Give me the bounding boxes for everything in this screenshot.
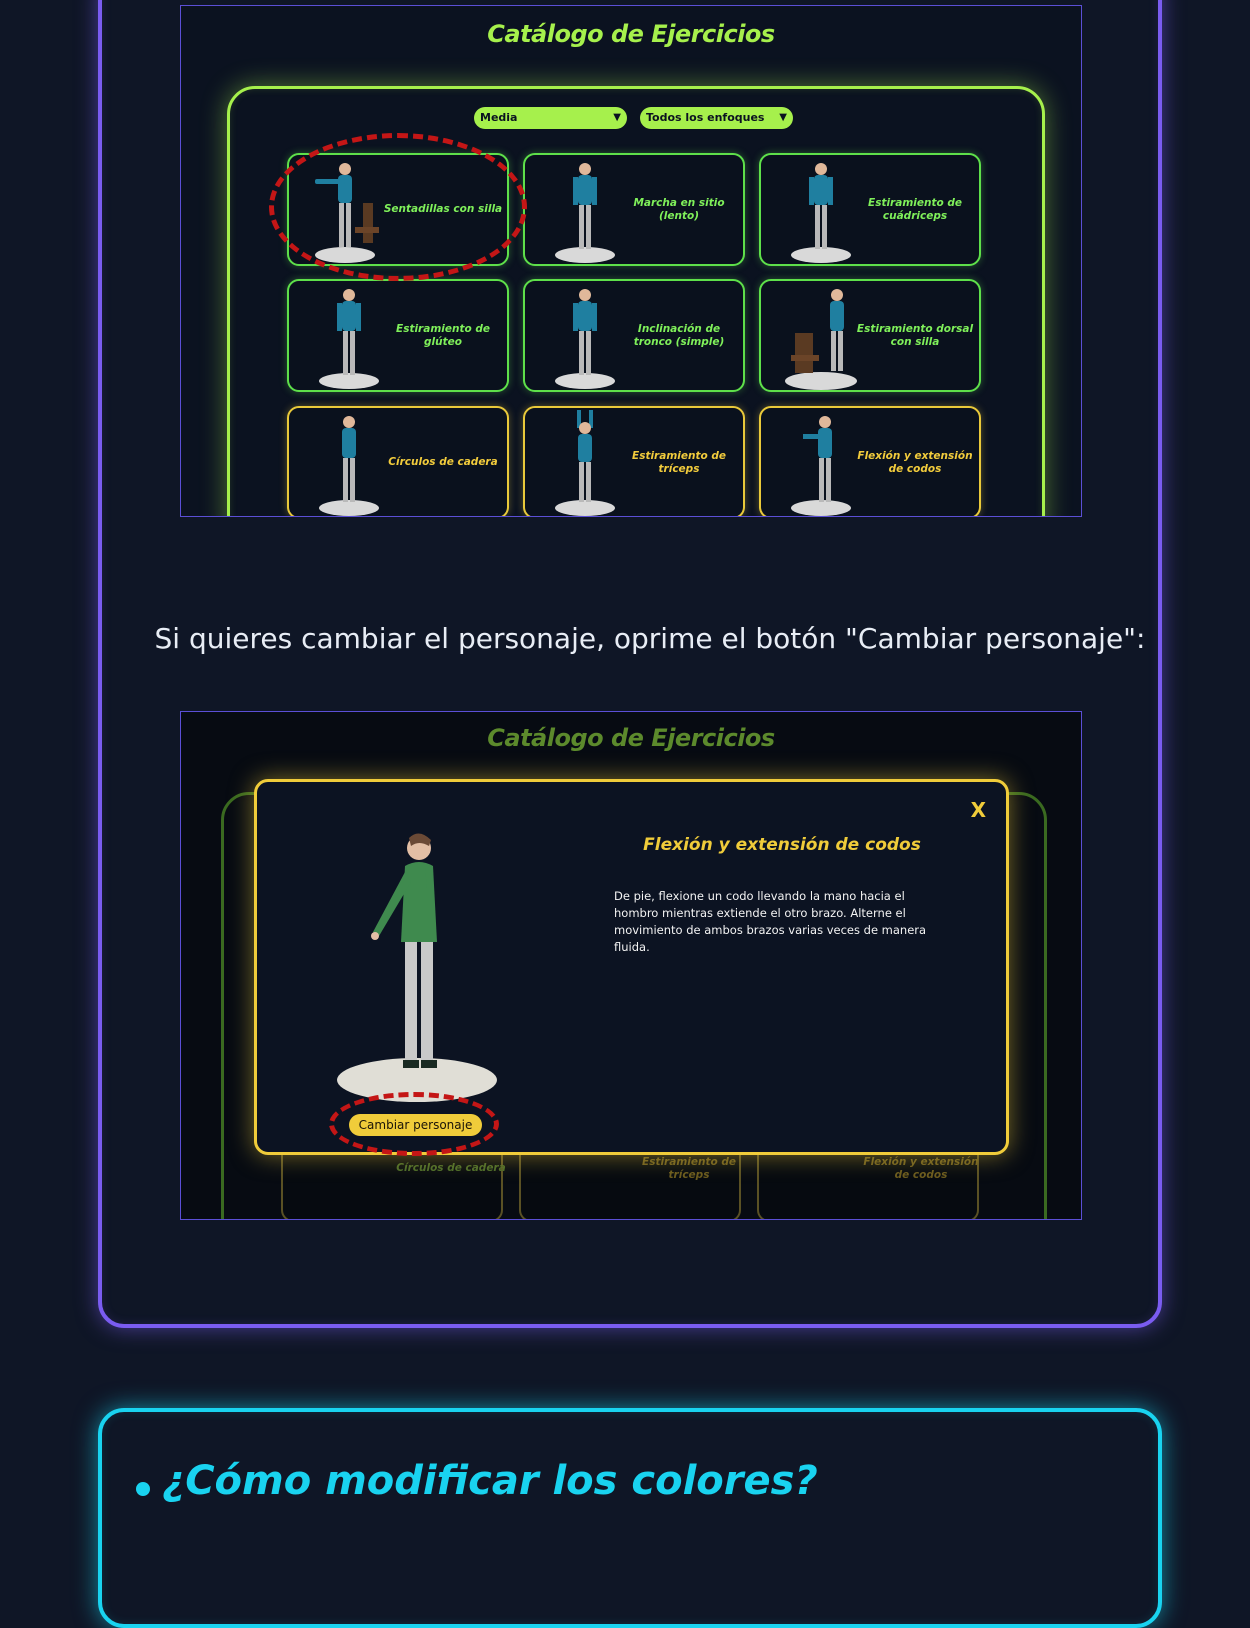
bullet-icon [136,1482,150,1496]
exercise-title: Flexión y extensión de codos [643,835,921,855]
focus-select[interactable]: Todos los enfoques ▼ [640,107,793,129]
exercise-card[interactable]: Círculos de cadera [287,406,509,516]
exercise-card[interactable]: Estiramiento de glúteo [287,279,509,392]
character-figure-icon [319,416,379,516]
exercise-label: Inclinación de tronco (simple) [633,322,725,348]
catalog-title: Catálogo de Ejercicios [487,20,775,48]
exercise-label-dimmed: Flexión y extensión de codos [863,1156,979,1181]
exercise-card[interactable]: Flexión y extensión de codos [759,406,981,516]
exercise-description: De pie, flexione un codo llevando la man… [614,889,927,954]
focus-select-value: Todos los enfoques [646,111,765,124]
section-title: ¿Cómo modificar los colores? [162,1458,818,1504]
exercise-label: Estiramiento dorsal con silla [856,322,974,348]
exercise-card[interactable]: Estiramiento de tríceps [523,406,745,516]
highlight-ring [329,1092,499,1156]
exercise-card[interactable]: Estiramiento de cuádriceps [759,153,981,266]
character-figure-icon [791,163,851,263]
chevron-down-icon: ▼ [779,112,787,123]
character-figure-icon [337,833,497,1102]
exercise-label: Marcha en sitio (lento) [633,196,725,222]
chevron-down-icon: ▼ [613,112,621,123]
exercise-label-dimmed: Estiramiento de tríceps [642,1156,736,1181]
instruction-text: Si quieres cambiar el personaje, oprime … [154,622,1146,655]
exercise-card[interactable]: Marcha en sitio (lento) [523,153,745,266]
catalog-screenshot: Catálogo de Ejercicios Media ▼ Todos los… [180,5,1082,517]
difficulty-select-value: Media [480,111,518,124]
exercise-label: Flexión y extensión de codos [857,449,973,475]
exercise-card[interactable]: Estiramiento dorsal con silla [759,279,981,392]
catalog-title: Catálogo de Ejercicios [487,724,775,752]
exercise-card[interactable]: Inclinación de tronco (simple) [523,279,745,392]
character-figure-icon [555,163,615,263]
character-figure-icon [785,289,857,390]
close-icon[interactable]: X [971,798,986,822]
character-modal-screenshot: Catálogo de Ejercicios Círculos de cader… [180,711,1082,1220]
colors-section-card [98,1408,1162,1628]
exercise-label: Estiramiento de glúteo [396,322,490,348]
highlight-ring [269,133,527,281]
character-figure-icon [555,410,615,516]
character-figure-icon [791,416,851,516]
character-figure-icon [555,289,615,389]
character-figure-icon [319,289,379,389]
difficulty-select[interactable]: Media ▼ [474,107,627,129]
exercise-label: Estiramiento de tríceps [632,449,726,475]
exercise-label: Círculos de cadera [388,456,498,469]
exercise-label-dimmed: Círculos de cadera [396,1162,506,1174]
exercise-label: Estiramiento de cuádriceps [868,196,962,222]
